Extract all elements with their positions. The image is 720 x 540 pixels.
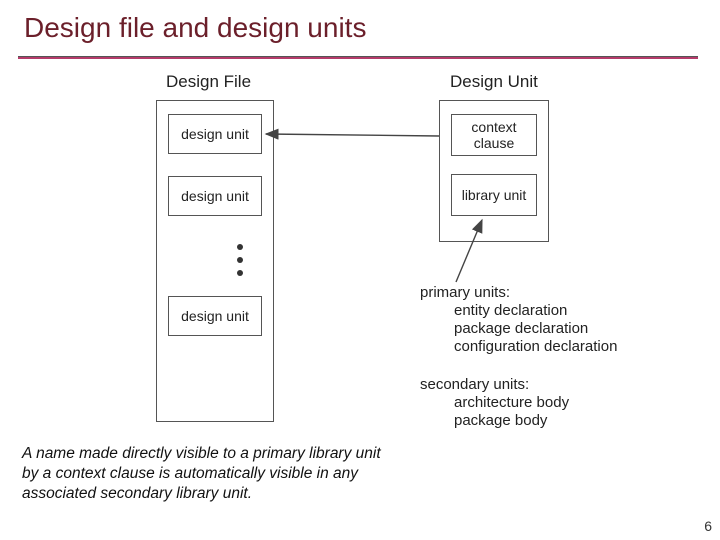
secondary-unit-item-2: package body xyxy=(420,412,547,431)
page-title: Design file and design units xyxy=(24,12,366,44)
secondary-units-heading: secondary units: xyxy=(420,376,529,395)
primary-units-heading: primary units: xyxy=(420,284,510,303)
diagram-area: Design File Design Unit design unit desi… xyxy=(110,66,650,436)
design-unit-box-1: design unit xyxy=(168,114,262,154)
title-underline xyxy=(18,56,698,59)
context-clause-box: context clause xyxy=(451,114,537,156)
secondary-unit-item-1: architecture body xyxy=(420,394,569,413)
design-unit-box-2: design unit xyxy=(168,176,262,216)
primary-unit-item-2: package declaration xyxy=(420,320,588,339)
primary-unit-item-3: configuration declaration xyxy=(420,338,617,357)
ellipsis-dots xyxy=(237,244,243,283)
design-unit-box-3: design unit xyxy=(168,296,262,336)
design-file-label: Design File xyxy=(166,72,251,92)
primary-unit-item-1: entity declaration xyxy=(420,302,567,321)
design-unit-label: Design Unit xyxy=(450,72,538,92)
footnote-text: A name made directly visible to a primar… xyxy=(22,444,392,503)
library-unit-box: library unit xyxy=(451,174,537,216)
page-number: 6 xyxy=(704,518,712,534)
